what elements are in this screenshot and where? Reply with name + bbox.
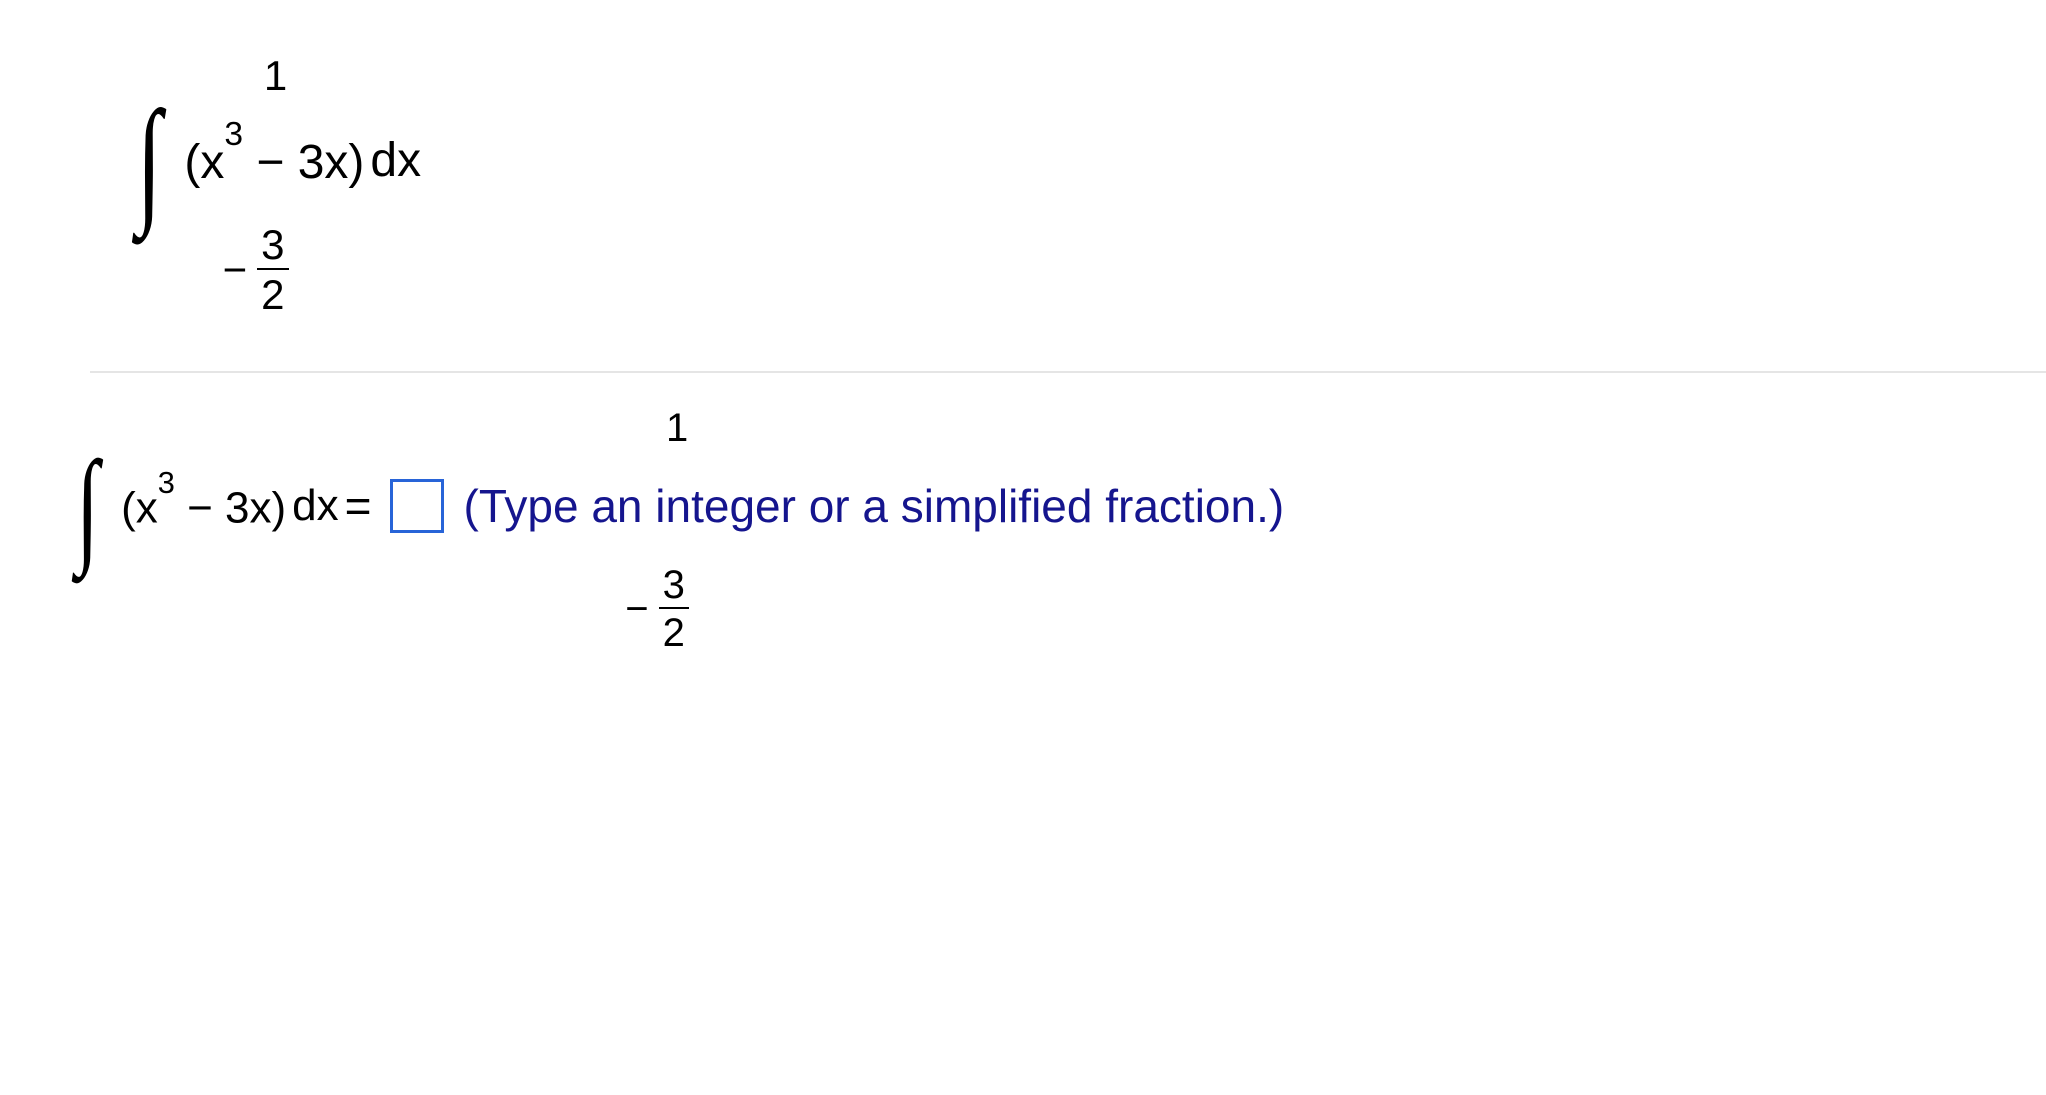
integral-body-row: ∫ (x3 − 3x) dx [130, 101, 421, 220]
exponent: 3 [158, 465, 175, 500]
negative-sign: − [625, 589, 648, 629]
integral-sign-icon: ∫ [137, 101, 162, 220]
lower-limit: − 3 2 [625, 565, 689, 653]
answer-hint: (Type an integer or a simplified fractio… [464, 479, 1285, 533]
answer-section: 1 ∫ (x3 − 3x) dx = (Type an integer or a… [60, 408, 2046, 653]
fraction-denominator: 2 [257, 270, 288, 316]
integrand-part-1: (x3 − 3x) [121, 479, 286, 534]
exponent: 3 [224, 116, 243, 153]
problem-statement: 1 ∫ (x3 − 3x) dx − 3 2 [60, 40, 2046, 371]
content-area: 1 ∫ (x3 − 3x) dx − 3 2 [0, 0, 2046, 653]
integral-body-row: ∫ (x3 − 3x) dx = (Type an integer or a s… [70, 452, 1284, 561]
integral-block-answer: 1 ∫ (x3 − 3x) dx = (Type an integer or a… [70, 408, 1284, 653]
lower-limit: − 3 2 [223, 224, 289, 316]
integrand-dx: dx [370, 133, 421, 188]
integral-sign-icon: ∫ [76, 452, 99, 561]
fraction-numerator: 3 [257, 224, 288, 268]
integrand: (x3 − 3x) dx [184, 132, 421, 190]
fraction-denominator: 2 [659, 609, 689, 653]
equals-sign: = [345, 479, 372, 533]
answer-input[interactable] [390, 479, 444, 533]
lower-limit-fraction: 3 2 [257, 224, 288, 316]
lower-limit-fraction: 3 2 [659, 565, 689, 653]
integrand-part-1: (x3 − 3x) [184, 132, 364, 190]
upper-limit: 1 [666, 408, 688, 448]
integral-block: 1 ∫ (x3 − 3x) dx − 3 2 [130, 55, 421, 316]
answer-integral-row: 1 ∫ (x3 − 3x) dx = (Type an integer or a… [70, 408, 2046, 653]
upper-limit: 1 [264, 55, 287, 97]
negative-sign: − [223, 249, 248, 291]
integrand-dx: dx [292, 481, 338, 531]
integrand: (x3 − 3x) dx = (Type an integer or a sim… [121, 479, 1284, 534]
section-divider [90, 371, 2046, 373]
fraction-numerator: 3 [659, 565, 689, 607]
integral-expression: 1 ∫ (x3 − 3x) dx − 3 2 [130, 55, 2046, 316]
